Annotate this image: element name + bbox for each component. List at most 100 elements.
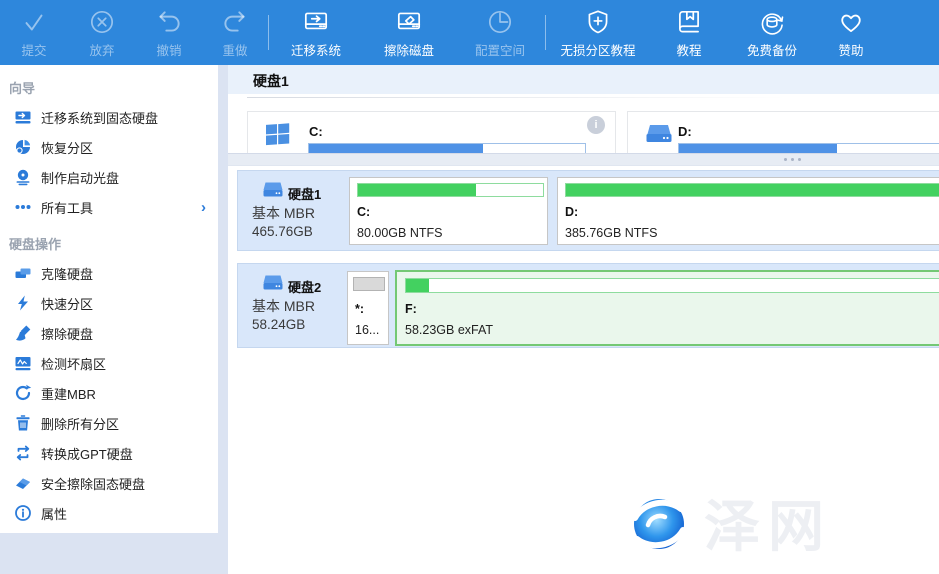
sidebar-item-bootable-cd[interactable]: 制作启动光盘	[0, 162, 218, 192]
all-tools-icon	[14, 198, 32, 216]
hard-disk-icon[interactable]	[262, 274, 284, 297]
free-backup-button[interactable]: 免费备份	[728, 0, 816, 65]
usage-bar-fill	[354, 278, 384, 290]
chevron-right-icon: ›	[201, 199, 206, 216]
partition-detail: 58.23GB exFAT	[405, 323, 493, 337]
sidebar-item-quick-partition[interactable]: 快速分区	[0, 288, 218, 318]
partition-detail: 80.00GB NTFS	[357, 226, 442, 240]
sponsor-heart-icon	[836, 7, 866, 37]
discard-button[interactable]: 放弃	[68, 0, 136, 65]
sidebar-item-label: 恢复分区	[41, 138, 93, 157]
convert-to-gpt-icon	[14, 444, 32, 462]
sidebar-item-rebuild-mbr[interactable]: 重建MBR	[0, 378, 218, 408]
properties-icon	[14, 504, 32, 522]
windows-logo-icon	[265, 122, 291, 151]
partition-d[interactable]: D: 385.76GB NTFS	[557, 177, 939, 245]
clone-disk-icon	[14, 264, 32, 282]
sidebar-item-delete-all-partitions[interactable]: 删除所有分区	[0, 408, 218, 438]
migrate-system-button[interactable]: 迁移系统	[269, 0, 363, 65]
sidebar-item-label: 属性	[41, 504, 67, 523]
overview-divider	[228, 153, 939, 166]
sidebar-section-header-wizard: 向导	[9, 78, 218, 97]
disk-row-2: 硬盘2 基本 MBR 58.24GB *: 16... F: 58.23GB e…	[237, 263, 939, 348]
partition-usage-bar	[353, 277, 385, 291]
hard-disk-icon[interactable]	[262, 181, 284, 204]
redo-button[interactable]: 重做	[202, 0, 268, 65]
rebuild-mbr-icon	[14, 384, 32, 402]
disk-type: 基本 MBR	[252, 296, 315, 316]
sidebar-item-label: 删除所有分区	[41, 414, 119, 433]
tutorial-button[interactable]: 教程	[650, 0, 728, 65]
discard-icon	[87, 7, 117, 37]
usage-bar-fill	[358, 184, 476, 196]
sidebar-item-migrate-to-ssd[interactable]: 迁移系统到固态硬盘	[0, 102, 218, 132]
submit-button[interactable]: 提交	[0, 0, 68, 65]
undo-icon	[154, 7, 184, 37]
overview-pager-dots[interactable]	[784, 158, 801, 161]
partition-usage-bar	[405, 278, 939, 293]
toolbar: 提交 放弃 撤销 重做 迁移系统	[0, 0, 939, 65]
quick-partition-icon	[14, 294, 32, 312]
divider-line	[247, 97, 787, 98]
main-panel: 硬盘1 C: i D:	[228, 65, 939, 574]
partition-tutorial-button[interactable]: 无损分区教程	[546, 0, 650, 65]
overview-usage-bar	[308, 143, 586, 153]
sidebar-item-recover-partition[interactable]: 恢复分区	[0, 132, 218, 162]
tutorial-icon	[674, 7, 704, 37]
wipe-hard-disk-icon	[14, 324, 32, 342]
info-icon[interactable]: i	[587, 116, 605, 134]
toolbar-label: 教程	[676, 40, 701, 59]
overview-drive-label: C:	[309, 124, 323, 139]
wipe-disk-button[interactable]: 擦除磁盘	[363, 0, 455, 65]
migrate-to-ssd-icon	[14, 108, 32, 126]
sidebar-item-label: 制作启动光盘	[41, 168, 119, 187]
sidebar-item-label: 克隆硬盘	[41, 264, 93, 283]
partition-assistant-window: 提交 放弃 撤销 重做 迁移系统	[0, 0, 939, 574]
sidebar-item-label: 所有工具	[41, 198, 93, 217]
sidebar-item-properties[interactable]: 属性	[0, 498, 218, 528]
sidebar-item-check-bad-sectors[interactable]: 检测坏扇区	[0, 348, 218, 378]
sidebar-item-convert-to-gpt[interactable]: 转换成GPT硬盘	[0, 438, 218, 468]
sidebar-item-label: 迁移系统到固态硬盘	[41, 108, 158, 127]
partition-usage-bar	[357, 183, 544, 197]
sidebar-item-secure-erase-ssd[interactable]: 安全擦除固态硬盘	[0, 468, 218, 498]
sidebar-item-all-tools[interactable]: 所有工具 ›	[0, 192, 218, 222]
overview-card-d[interactable]: D:	[627, 111, 939, 153]
overview-drive-label: D:	[678, 124, 692, 139]
overview-usage-bar	[678, 143, 939, 153]
partition-detail: 16...	[355, 323, 379, 337]
overview-card-c[interactable]: C: i	[247, 111, 616, 153]
toolbar-label: 提交	[21, 40, 46, 59]
allocate-space-button[interactable]: 配置空间	[455, 0, 545, 65]
toolbar-label: 配置空间	[475, 40, 525, 59]
sidebar-item-wipe-hard-disk[interactable]: 擦除硬盘	[0, 318, 218, 348]
partition-f-selected[interactable]: F: 58.23GB exFAT	[395, 270, 939, 346]
disk-name[interactable]: 硬盘2	[288, 277, 321, 296]
redo-icon	[220, 7, 250, 37]
undo-button[interactable]: 撤销	[136, 0, 202, 65]
toolbar-label: 撤销	[156, 40, 181, 59]
partition-tutorial-icon	[583, 7, 613, 37]
partition-unlabeled[interactable]: *: 16...	[347, 271, 389, 345]
allocate-space-icon	[485, 7, 515, 37]
disk-name[interactable]: 硬盘1	[288, 184, 321, 203]
partition-label: F:	[405, 302, 417, 316]
disk-type: 基本 MBR	[252, 203, 315, 223]
toolbar-label: 擦除磁盘	[384, 40, 434, 59]
sidebar-item-label: 转换成GPT硬盘	[41, 444, 133, 463]
sidebar-item-label: 擦除硬盘	[41, 324, 93, 343]
partition-label: C:	[357, 205, 370, 219]
sidebar-item-clone-disk[interactable]: 克隆硬盘	[0, 258, 218, 288]
toolbar-label: 无损分区教程	[560, 40, 635, 59]
toolbar-label: 迁移系统	[291, 40, 341, 59]
bootable-cd-icon	[14, 168, 32, 186]
partition-c[interactable]: C: 80.00GB NTFS	[349, 177, 548, 245]
watermark-logo-icon	[626, 491, 692, 562]
partition-usage-bar	[565, 183, 939, 197]
tab-disk1[interactable]: 硬盘1	[253, 71, 289, 91]
sponsor-button[interactable]: 赞助	[816, 0, 886, 65]
check-bad-sectors-icon	[14, 354, 32, 372]
toolbar-label: 赞助	[838, 40, 863, 59]
sidebar-item-label: 安全擦除固态硬盘	[41, 474, 145, 493]
watermark: 泽网	[626, 491, 832, 562]
